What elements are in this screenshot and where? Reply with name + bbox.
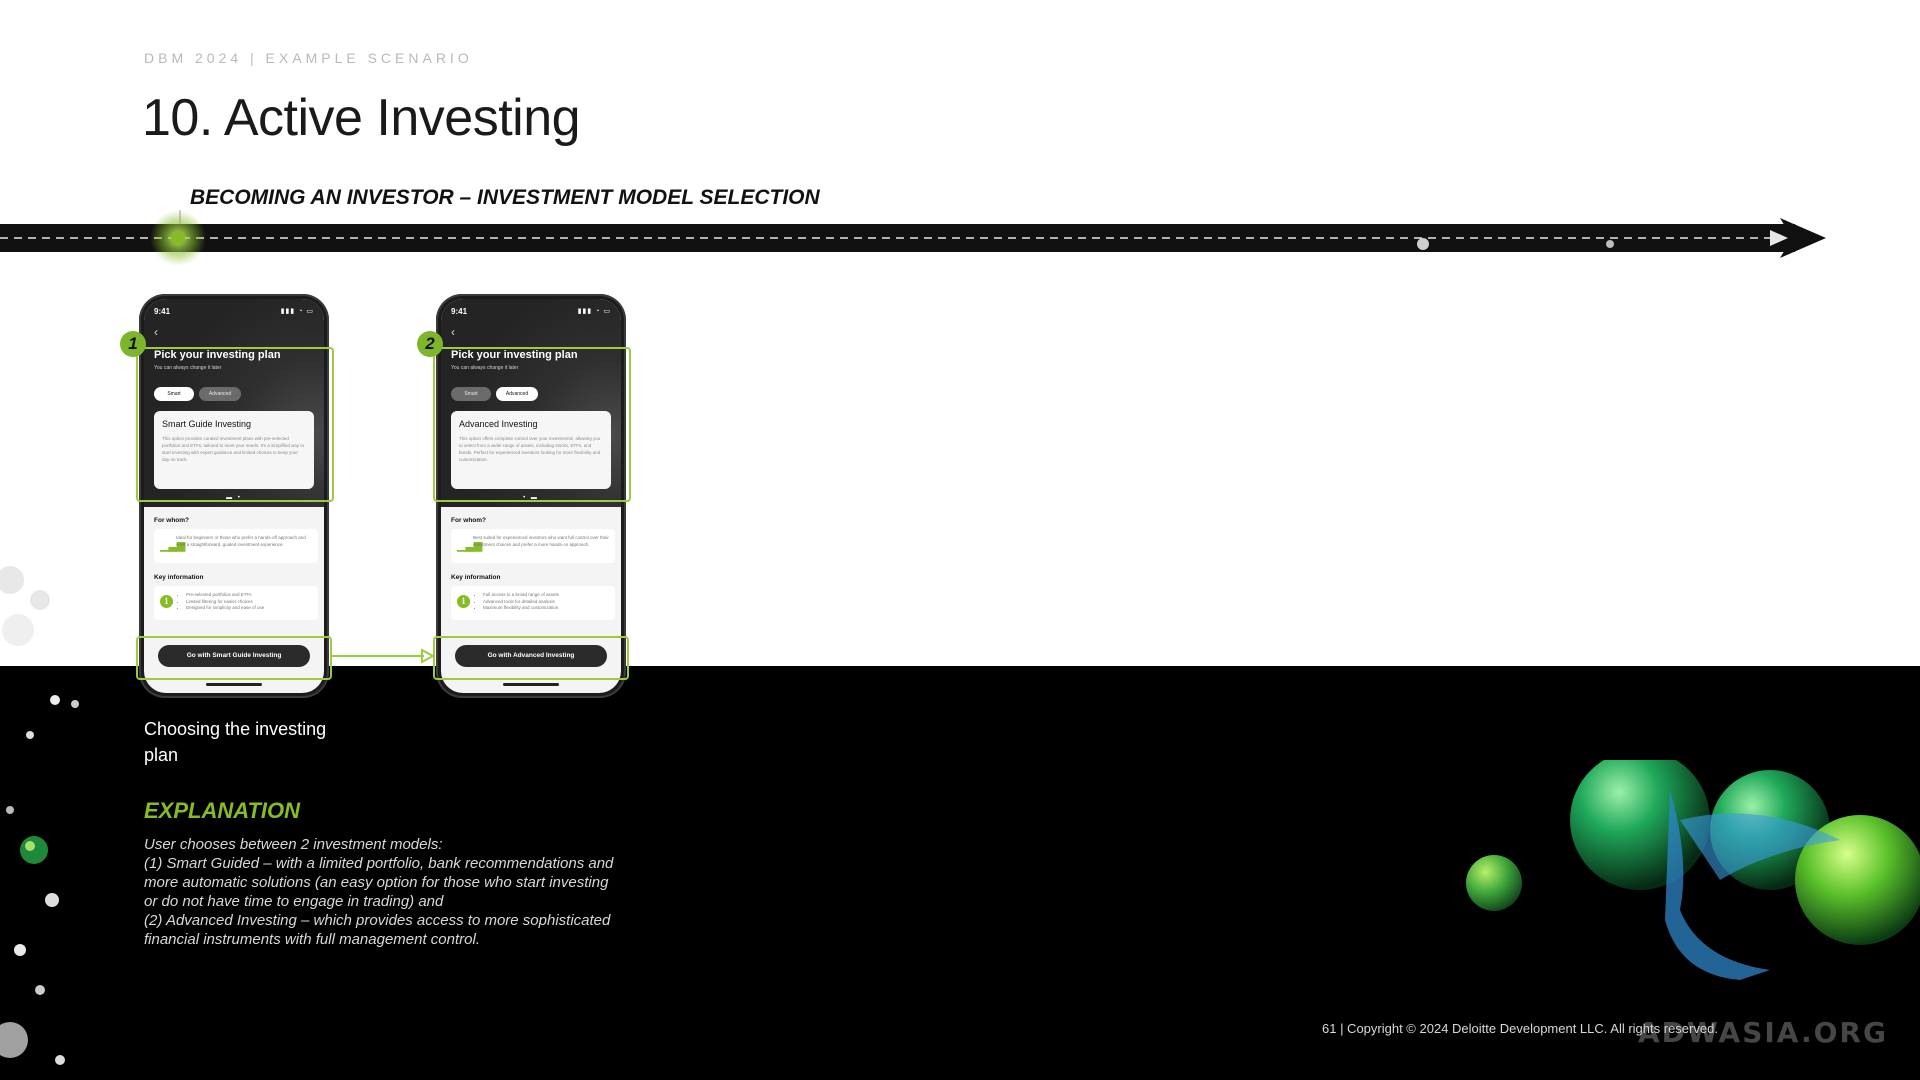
explanation-body: User chooses between 2 investment models… bbox=[144, 835, 624, 949]
journey-timeline-arrow bbox=[0, 210, 1826, 266]
for-whom-box: ▁▃▆ Ideal for beginners or those who pre… bbox=[154, 529, 318, 563]
list-item: Maximum flexibility and customization bbox=[483, 605, 609, 612]
section-heading: BECOMING AN INVESTOR – INVESTMENT MODEL … bbox=[190, 186, 820, 209]
for-whom-text: Best suited for experienced investors wh… bbox=[473, 535, 609, 547]
chevron-left-icon[interactable]: ‹ bbox=[154, 325, 158, 339]
step-badge-2: 2 bbox=[417, 331, 443, 357]
key-information-list: Pre-selected portfolios and ETFs Limited… bbox=[180, 592, 312, 612]
list-item: Designed for simplicity and ease of use bbox=[186, 605, 312, 612]
page-title: 10. Active Investing bbox=[142, 89, 581, 147]
key-information-label: Key information bbox=[451, 574, 501, 581]
key-information-box: i Pre-selected portfolios and ETFs Limit… bbox=[154, 586, 318, 620]
for-whom-label: For whom? bbox=[154, 517, 190, 524]
for-whom-text: Ideal for beginners or those who prefer … bbox=[176, 535, 306, 547]
info-icon: i bbox=[457, 595, 470, 608]
home-indicator bbox=[206, 683, 262, 686]
highlight-plan-selector-1 bbox=[136, 347, 334, 502]
status-icons: ▮▮▮ ◔ ▭ bbox=[280, 308, 314, 315]
decorative-splash-left bbox=[0, 566, 79, 1065]
status-time: 9:41 bbox=[154, 307, 171, 316]
step-badge-1: 1 bbox=[120, 331, 146, 357]
flow-arrow-icon bbox=[332, 648, 436, 664]
for-whom-label: For whom? bbox=[451, 517, 487, 524]
key-information-list: Full access to a broad range of assets A… bbox=[477, 592, 609, 612]
home-indicator bbox=[503, 683, 559, 686]
screen-caption: Choosing the investing plan bbox=[144, 719, 327, 765]
highlight-cta-1 bbox=[136, 636, 332, 680]
explanation-intro: User chooses between 2 investment models… bbox=[144, 836, 443, 853]
slide-eyebrow: DBM 2024 | EXAMPLE SCENARIO bbox=[144, 50, 473, 66]
key-information-label: Key information bbox=[154, 574, 204, 581]
for-whom-box: ▁▃▆ Best suited for experienced investor… bbox=[451, 529, 615, 563]
decorative-orb bbox=[1466, 855, 1522, 911]
status-time: 9:41 bbox=[451, 307, 468, 316]
chevron-left-icon[interactable]: ‹ bbox=[451, 325, 455, 339]
explanation-point-2: (2) Advanced Investing – which provides … bbox=[144, 912, 611, 948]
explanation-point-1: (1) Smart Guided – with a limited portfo… bbox=[144, 855, 614, 910]
highlight-cta-2 bbox=[433, 636, 629, 680]
highlight-plan-selector-2 bbox=[433, 347, 631, 502]
info-icon: i bbox=[160, 595, 173, 608]
status-icons: ▮▮▮ ◔ ▭ bbox=[577, 308, 611, 315]
explanation-heading: EXPLANATION bbox=[144, 798, 301, 823]
key-information-box: i Full access to a broad range of assets… bbox=[451, 586, 615, 620]
watermark: ADWASIA.ORG bbox=[1638, 1016, 1888, 1049]
